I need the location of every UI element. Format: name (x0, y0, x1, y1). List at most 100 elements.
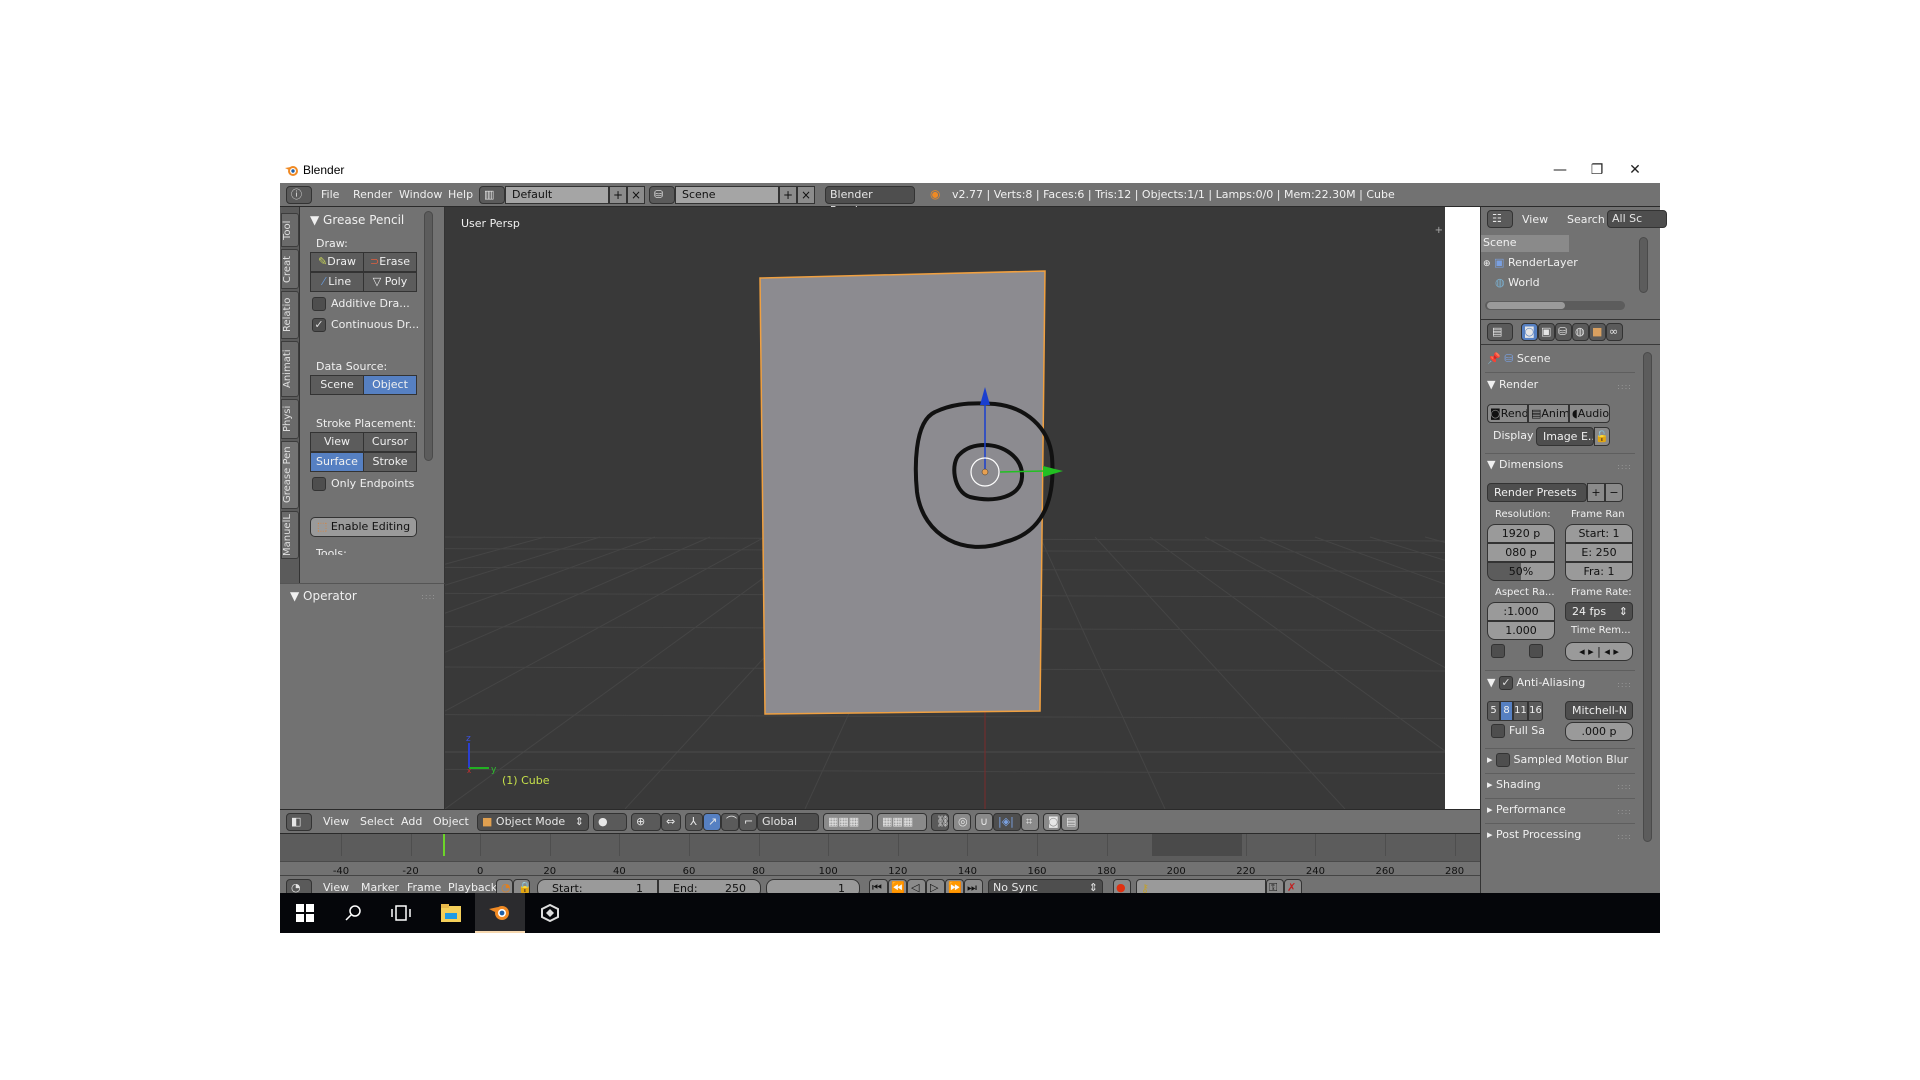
minimize-button[interactable]: — (1540, 160, 1580, 180)
proportional-edit-button[interactable]: ◎ (953, 813, 971, 831)
context-object-tab[interactable]: ■ (1589, 323, 1606, 341)
data-source-object-button[interactable]: Object (363, 375, 417, 395)
only-endpoints-checkbox[interactable] (312, 477, 326, 491)
menu-outliner-view[interactable]: View (1522, 212, 1548, 228)
context-world-tab[interactable]: ◍ (1572, 323, 1589, 341)
erase-button[interactable]: ⊃Erase (363, 252, 417, 272)
render-image-button[interactable]: ◙Rende (1487, 404, 1528, 423)
properties-scrollbar[interactable] (1643, 352, 1652, 842)
3d-viewport[interactable]: z y x User Persp (1) Cube + (445, 207, 1445, 809)
time-remap-fields[interactable]: ◂ ▸ | ◂ ▸ (1565, 642, 1633, 661)
properties-region-toggle-icon[interactable]: + (1435, 225, 1443, 236)
border-checkbox[interactable] (1491, 644, 1505, 658)
snap-target-button[interactable]: ⌗ (1021, 813, 1039, 831)
context-render-tab[interactable]: ◙ (1521, 323, 1538, 341)
snap-toggle-button[interactable]: ∪ (975, 813, 993, 831)
render-audio-button[interactable]: ◖Audio (1569, 404, 1610, 423)
placement-stroke-button[interactable]: Stroke (363, 452, 417, 472)
panel-header-grease-pencil[interactable]: ▼ Grease Pencil (310, 213, 404, 227)
data-source-scene-button[interactable]: Scene (310, 375, 364, 395)
scene-selector[interactable]: ⛁ (649, 186, 675, 204)
panel-header-shading[interactable]: ▸ Shading (1487, 778, 1541, 791)
panel-grip-icon[interactable]: :::: (1617, 782, 1632, 791)
outliner-hscrollbar[interactable] (1487, 302, 1565, 309)
editor-type-outliner-button[interactable]: ☷ (1487, 210, 1513, 228)
menu-view[interactable]: View (323, 814, 349, 830)
lock-camera-layers-button[interactable]: ⛓ (931, 813, 950, 831)
translate-manipulator-button[interactable]: ↗ (703, 813, 721, 831)
aspect-y-field[interactable]: 1.000 (1487, 621, 1555, 640)
crop-checkbox[interactable] (1529, 644, 1543, 658)
draw-button[interactable]: ✎Draw (310, 252, 364, 272)
panel-header-anti-aliasing[interactable]: ▼ ✓ Anti-Aliasing (1487, 676, 1585, 690)
timeline-ruler[interactable]: -40 -20 0 20 40 60 80 100 120 140 160 180 200 220 240 2… (280, 861, 1480, 877)
aa-samples-11-button[interactable]: 11 (1513, 701, 1528, 721)
poly-button[interactable]: ▽ Poly (363, 272, 417, 292)
add-layout-button[interactable]: + (609, 186, 627, 204)
frame-end-field[interactable]: E: 250 (1565, 543, 1633, 562)
screen-layout-field[interactable]: Default (505, 186, 609, 204)
display-mode-dropdown[interactable]: Image E... (1536, 427, 1594, 446)
lock-interface-button[interactable]: 🔓 (1594, 427, 1610, 446)
panel-grip-icon[interactable]: :::: (1617, 462, 1632, 471)
panel-grip-icon[interactable]: :::: (1617, 680, 1632, 689)
resolution-percentage-slider[interactable]: 50% (1487, 562, 1555, 581)
frame-start-field[interactable]: Start: 1 (1565, 524, 1633, 543)
tab-manuel[interactable]: ManuelL (281, 511, 299, 559)
blender-taskbar-button[interactable] (475, 893, 525, 933)
panel-grip-icon[interactable]: :::: (1617, 807, 1632, 816)
resolution-x-field[interactable]: 1920 p (1487, 524, 1555, 543)
outliner-item-world[interactable]: ◍ World (1495, 276, 1540, 289)
aa-samples-8-button[interactable]: 8 (1500, 701, 1513, 721)
aa-samples-5-button[interactable]: 5 (1487, 701, 1500, 721)
task-view-button[interactable] (376, 893, 426, 933)
editor-type-button[interactable]: ⓘ (286, 186, 312, 204)
placement-view-button[interactable]: View (310, 432, 364, 452)
placement-cursor-button[interactable]: Cursor (363, 432, 417, 452)
unity-taskbar-button[interactable] (525, 893, 575, 933)
manipulator-toggle[interactable]: ⇔ (661, 813, 681, 831)
translate-axes-button[interactable]: ⅄ (685, 813, 703, 831)
panel-header-performance[interactable]: ▸ Performance (1487, 803, 1566, 816)
render-engine-dropdown[interactable]: Blender Render (825, 186, 915, 217)
motion-blur-checkbox[interactable] (1496, 753, 1511, 767)
menu-outliner-search[interactable]: Search (1567, 212, 1605, 228)
aa-samples-16-button[interactable]: 16 (1528, 701, 1543, 721)
anti-aliasing-checkbox[interactable]: ✓ (1498, 676, 1513, 690)
timeline-area[interactable] (280, 833, 1480, 861)
remove-preset-button[interactable]: − (1605, 483, 1623, 502)
maximize-button[interactable]: ❐ (1577, 160, 1617, 180)
tool-shelf-scrollbar[interactable] (424, 211, 433, 461)
outliner-item-renderlayer[interactable]: ⊕ ▣ RenderLayer (1483, 256, 1578, 269)
transform-orientation-dropdown[interactable]: Global (757, 813, 819, 831)
continuous-drawing-checkbox[interactable]: ✓ (312, 318, 326, 332)
tab-tool[interactable]: Tool (281, 213, 299, 247)
menu-object[interactable]: Object (433, 814, 469, 830)
add-scene-button[interactable]: + (779, 186, 797, 204)
gizmo-y-axis[interactable] (999, 470, 1046, 473)
render-presets-dropdown[interactable]: Render Presets (1487, 483, 1587, 502)
context-scene-tab[interactable]: ⛁ (1555, 323, 1572, 341)
tab-grease-pencil[interactable]: Grease Pen (281, 441, 299, 509)
editor-type-3d-button[interactable]: ◧ (286, 813, 312, 831)
enable-editing-button[interactable]: ⬚ Enable Editing (310, 517, 417, 537)
add-preset-button[interactable]: + (1587, 483, 1605, 502)
tab-create[interactable]: Creat (281, 249, 299, 289)
start-button[interactable] (280, 893, 330, 933)
screen-layout-selector[interactable]: ▥ (479, 186, 505, 204)
menu-render[interactable]: Render (353, 187, 392, 203)
opengl-render-image-button[interactable]: ◙ (1043, 813, 1061, 831)
aa-filter-dropdown[interactable]: Mitchell-N (1565, 701, 1633, 720)
line-button[interactable]: ⁄ Line (310, 272, 364, 292)
resolution-y-field[interactable]: 080 p (1487, 543, 1555, 562)
frame-rate-dropdown[interactable]: 24 fps ⇕ (1565, 602, 1633, 621)
tab-animation[interactable]: Animati (281, 341, 299, 397)
rotate-manipulator-button[interactable]: ⌒ (721, 813, 739, 831)
menu-help[interactable]: Help (448, 187, 473, 203)
additive-drawing-checkbox[interactable] (312, 297, 326, 311)
panel-header-post-processing[interactable]: ▸ Post Processing (1487, 828, 1581, 841)
snap-element-dropdown[interactable]: |◈| (993, 813, 1021, 831)
placement-surface-button[interactable]: Surface (310, 452, 364, 472)
search-button[interactable] (328, 893, 378, 933)
menu-select[interactable]: Select (360, 814, 394, 830)
